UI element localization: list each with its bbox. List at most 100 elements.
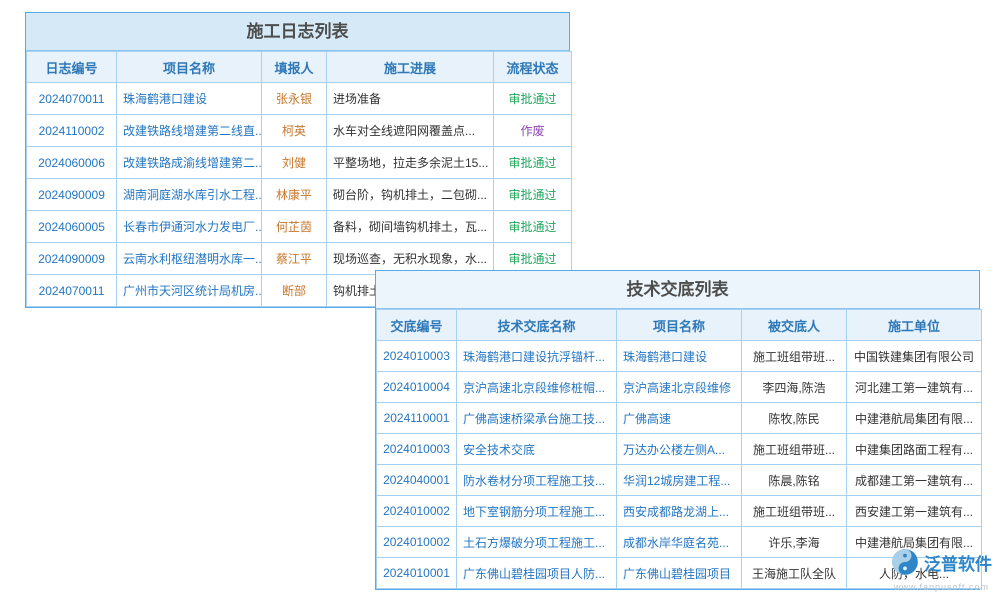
log-col-progress: 施工进展 [327,52,494,83]
project-name-link[interactable]: 云南水利枢纽潜明水库一... [117,243,262,275]
project-name-link[interactable]: 广佛高速 [617,403,742,434]
log-id-link[interactable]: 2024060005 [27,211,117,243]
log-id-link[interactable]: 2024070011 [27,275,117,307]
disclosure-name-link[interactable]: 京沪高速北京段维修桩帽... [457,372,617,403]
disclosure-id-link[interactable]: 2024010002 [377,527,457,558]
disc-col-unit: 施工单位 [847,310,982,341]
disclosure-id-link[interactable]: 2024010001 [377,558,457,589]
construction-unit: 中国铁建集团有限公司 [847,341,982,372]
project-name-link[interactable]: 广东佛山碧桂园项目 [617,558,742,589]
disc-col-id: 交底编号 [377,310,457,341]
disclosed-person: 施工班组带班... [742,434,847,465]
project-name-link[interactable]: 万达办公楼左侧A... [617,434,742,465]
construction-unit: 中建集团路面工程有... [847,434,982,465]
progress-text: 备料，砌间墙钩机排土，瓦... [327,211,494,243]
project-name-link[interactable]: 京沪高速北京段维修 [617,372,742,403]
project-name-link[interactable]: 长春市伊通河水力发电厂... [117,211,262,243]
table-row: 2024010004 京沪高速北京段维修桩帽... 京沪高速北京段维修 李四海,… [377,372,982,403]
filler-name: 刘健 [262,147,327,179]
progress-text: 平整场地，拉走多余泥土15... [327,147,494,179]
disclosed-person: 陈牧,陈民 [742,403,847,434]
log-id-link[interactable]: 2024090009 [27,179,117,211]
log-id-link[interactable]: 2024060006 [27,147,117,179]
construction-unit: 成都建工第一建筑有... [847,465,982,496]
status-badge: 作废 [494,115,572,147]
project-name-link[interactable]: 成都水岸华庭名苑... [617,527,742,558]
table-row: 2024110002 改建铁路线增建第二线直... 柯英 水车对全线遮阳网覆盖点… [27,115,572,147]
disclosure-name-link[interactable]: 地下室钢筋分项工程施工... [457,496,617,527]
table-row: 2024110001 广佛高速桥梁承台施工技... 广佛高速 陈牧,陈民 中建港… [377,403,982,434]
log-id-link[interactable]: 2024110002 [27,115,117,147]
disclosed-person: 陈晨,陈铭 [742,465,847,496]
project-name-link[interactable]: 西安成都路龙湖上... [617,496,742,527]
log-col-filler: 填报人 [262,52,327,83]
disclosed-person: 李四海,陈浩 [742,372,847,403]
disclosure-name-link[interactable]: 土石方爆破分项工程施工... [457,527,617,558]
disclosure-name-link[interactable]: 安全技术交底 [457,434,617,465]
filler-name: 柯英 [262,115,327,147]
status-badge: 审批通过 [494,211,572,243]
filler-name: 林康平 [262,179,327,211]
technical-disclosure-title: 技术交底列表 [376,271,979,309]
disclosure-id-link[interactable]: 2024010002 [377,496,457,527]
project-name-link[interactable]: 广州市天河区统计局机房... [117,275,262,307]
disclosure-name-link[interactable]: 珠海鹤港口建设抗浮锚杆... [457,341,617,372]
disclosed-person: 施工班组带班... [742,341,847,372]
table-row: 2024060006 改建铁路成渝线增建第二... 刘健 平整场地，拉走多余泥土… [27,147,572,179]
filler-name: 断部 [262,275,327,307]
table-row: 2024060005 长春市伊通河水力发电厂... 何芷茵 备料，砌间墙钩机排土… [27,211,572,243]
project-name-link[interactable]: 珠海鹤港口建设 [117,83,262,115]
brand-url: www.fanpusoft.com [891,583,992,592]
disclosure-id-link[interactable]: 2024110001 [377,403,457,434]
disclosure-id-link[interactable]: 2024010003 [377,341,457,372]
disclosure-header-row: 交底编号 技术交底名称 项目名称 被交底人 施工单位 [377,310,982,341]
progress-text: 砌台阶，钩机排土，二包砌... [327,179,494,211]
project-name-link[interactable]: 改建铁路成渝线增建第二... [117,147,262,179]
project-name-link[interactable]: 华润12城房建工程... [617,465,742,496]
filler-name: 蔡江平 [262,243,327,275]
project-name-link[interactable]: 湖南洞庭湖水库引水工程... [117,179,262,211]
disclosed-person: 王海施工队全队 [742,558,847,589]
technical-disclosure-table: 交底编号 技术交底名称 项目名称 被交底人 施工单位 2024010003 珠海… [376,309,982,589]
log-col-status: 流程状态 [494,52,572,83]
fanpu-logo-icon [891,548,919,580]
log-id-link[interactable]: 2024090009 [27,243,117,275]
log-col-id: 日志编号 [27,52,117,83]
log-col-project: 项目名称 [117,52,262,83]
disc-col-project: 项目名称 [617,310,742,341]
disclosure-name-link[interactable]: 广东佛山碧桂园项目人防... [457,558,617,589]
disclosure-id-link[interactable]: 2024010003 [377,434,457,465]
status-badge: 审批通过 [494,179,572,211]
table-row: 2024040001 防水卷材分项工程施工技... 华润12城房建工程... 陈… [377,465,982,496]
table-row: 2024010002 地下室钢筋分项工程施工... 西安成都路龙湖上... 施工… [377,496,982,527]
filler-name: 何芷茵 [262,211,327,243]
log-header-row: 日志编号 项目名称 填报人 施工进展 流程状态 [27,52,572,83]
disc-col-name: 技术交底名称 [457,310,617,341]
project-name-link[interactable]: 改建铁路线增建第二线直... [117,115,262,147]
fanpu-watermark: 泛普软件 www.fanpusoft.com [891,548,992,592]
construction-log-title: 施工日志列表 [26,13,569,51]
disclosure-id-link[interactable]: 2024040001 [377,465,457,496]
disclosure-name-link[interactable]: 防水卷材分项工程施工技... [457,465,617,496]
progress-text: 进场准备 [327,83,494,115]
construction-unit: 西安建工第一建筑有... [847,496,982,527]
table-row: 2024010003 安全技术交底 万达办公楼左侧A... 施工班组带班... … [377,434,982,465]
table-row: 2024090009 湖南洞庭湖水库引水工程... 林康平 砌台阶，钩机排土，二… [27,179,572,211]
construction-unit: 中建港航局集团有限... [847,403,982,434]
disclosed-person: 许乐,李海 [742,527,847,558]
table-row: 2024070011 珠海鹤港口建设 张永银 进场准备 审批通过 [27,83,572,115]
project-name-link[interactable]: 珠海鹤港口建设 [617,341,742,372]
disclosed-person: 施工班组带班... [742,496,847,527]
progress-text: 水车对全线遮阳网覆盖点... [327,115,494,147]
technical-disclosure-panel: 技术交底列表 交底编号 技术交底名称 项目名称 被交底人 施工单位 202401… [375,270,980,590]
disclosure-id-link[interactable]: 2024010004 [377,372,457,403]
log-id-link[interactable]: 2024070011 [27,83,117,115]
construction-log-table: 日志编号 项目名称 填报人 施工进展 流程状态 2024070011 珠海鹤港口… [26,51,572,307]
construction-log-panel: 施工日志列表 日志编号 项目名称 填报人 施工进展 流程状态 202407001… [25,12,570,308]
disclosure-name-link[interactable]: 广佛高速桥梁承台施工技... [457,403,617,434]
filler-name: 张永银 [262,83,327,115]
disc-col-person: 被交底人 [742,310,847,341]
table-row: 2024010003 珠海鹤港口建设抗浮锚杆... 珠海鹤港口建设 施工班组带班… [377,341,982,372]
brand-name: 泛普软件 [924,556,992,573]
status-badge: 审批通过 [494,83,572,115]
